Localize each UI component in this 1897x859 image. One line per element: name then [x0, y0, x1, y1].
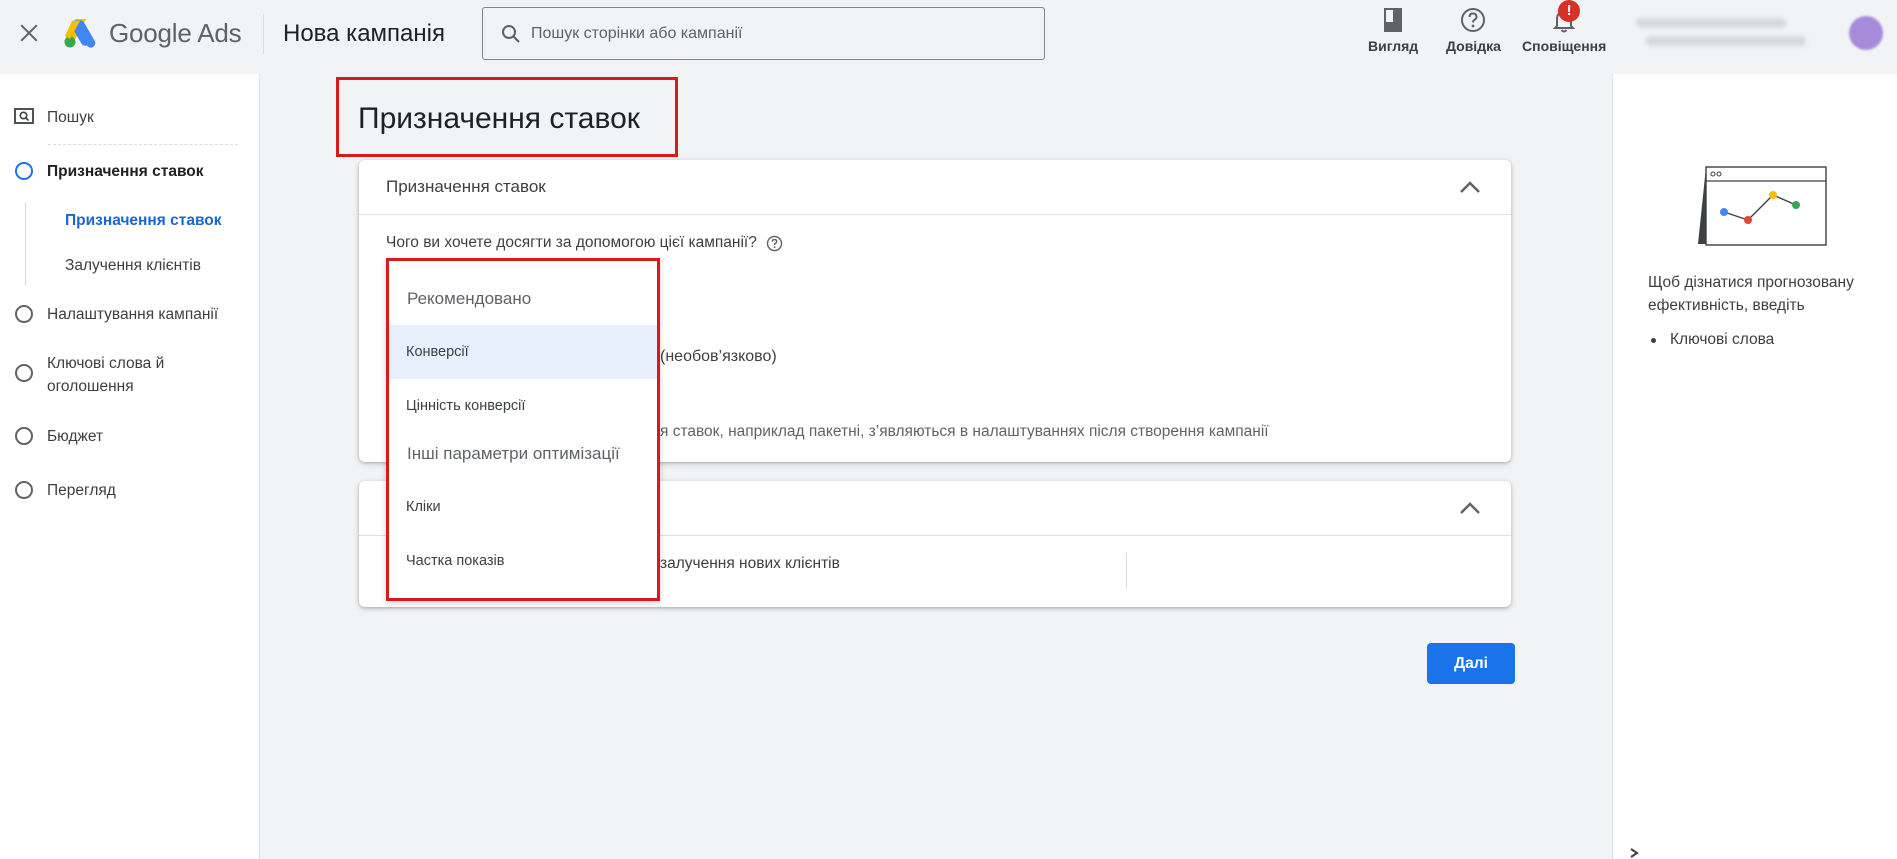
notifications-button[interactable]: ! Сповіщення [1522, 0, 1607, 54]
option-impression-share[interactable]: Частка показів [389, 534, 657, 588]
nav-subitem-customer-acquisition[interactable]: Залучення клієнтів [65, 254, 201, 277]
nav-item-review[interactable]: Перегляд [0, 479, 116, 502]
view-icon [1384, 8, 1403, 32]
nav-budget-label: Бюджет [47, 428, 104, 445]
header-divider [263, 14, 264, 54]
account-email-blurred [1646, 36, 1806, 46]
nav-subitem-bidding-label: Призначення ставок [65, 212, 222, 229]
account-info[interactable] [1632, 16, 1812, 50]
nav-search-label: Пошук [47, 109, 94, 126]
view-button[interactable]: Вигляд [1368, 6, 1418, 54]
search-input[interactable] [531, 8, 1031, 59]
chevron-up-icon[interactable] [1457, 177, 1483, 197]
brand-google: Google [109, 18, 192, 48]
card-divider [1126, 553, 1127, 589]
step-icon [15, 481, 33, 499]
option-conversions[interactable]: Конверсії [389, 325, 657, 379]
chevron-up-icon[interactable] [1457, 498, 1483, 518]
nav-item-budget[interactable]: Бюджет [0, 425, 103, 448]
chevron-right-icon[interactable] [1627, 847, 1641, 859]
main-heading: Призначення ставок [358, 102, 640, 135]
search-campaign-icon [14, 108, 34, 124]
notifications-label: Сповіщення [1522, 38, 1607, 54]
help-button[interactable]: Довідка [1446, 6, 1501, 54]
google-ads-logo [64, 19, 96, 48]
goal-question-text: Чого ви хочете досягти за допомогою цієї… [386, 234, 757, 251]
account-name-blurred [1636, 18, 1786, 28]
forecast-requirement-item: Ключові слова [1648, 331, 1774, 349]
performance-chart-illustration [1698, 166, 1827, 246]
forecast-requirement-label: Ключові слова [1670, 331, 1775, 348]
view-label: Вигляд [1368, 38, 1419, 54]
avatar[interactable] [1849, 16, 1883, 50]
search-box[interactable] [482, 7, 1045, 60]
group-other-options: Інші параметри оптимізації [407, 444, 620, 463]
help-label: Довідка [1446, 38, 1501, 54]
substep-line [25, 202, 26, 286]
nav-keywords-label: Ключові слова й оголошення [47, 355, 165, 395]
step-active-icon [15, 162, 33, 180]
left-navigation: Пошук Призначення ставок Призначення ста… [0, 74, 260, 859]
nav-review-label: Перегляд [47, 482, 116, 499]
brand-name: Google Ads [109, 18, 242, 49]
nav-item-campaign-settings[interactable]: Налаштування кампанії [0, 303, 218, 326]
bell-wrap: ! [1550, 0, 1581, 34]
close-icon[interactable] [16, 20, 42, 46]
goal-question: Чого ви хочете досягти за допомогою цієї… [386, 234, 783, 252]
goal-dropdown-menu: Рекомендовано Конверсії Цінність конверс… [386, 258, 660, 601]
notification-badge: ! [1558, 0, 1581, 22]
page-title: Нова кампанія [283, 20, 445, 47]
nav-item-bidding[interactable]: Призначення ставок [0, 160, 204, 183]
nav-subitem-bidding[interactable]: Призначення ставок [65, 209, 222, 232]
bidding-card-title: Призначення ставок [386, 177, 546, 196]
step-icon [15, 364, 33, 382]
option-clicks[interactable]: Кліки [389, 480, 657, 534]
group-recommended: Рекомендовано [407, 289, 532, 308]
bidding-card-header[interactable]: Призначення ставок [359, 160, 1511, 215]
forecast-hint: Щоб дізнатися прогнозовану ефективність,… [1648, 274, 1854, 314]
brand-ads: Ads [197, 18, 242, 48]
nav-item-keywords-ads[interactable]: Ключові слова й оголошення [0, 352, 197, 398]
option-conversion-value[interactable]: Цінність конверсії [389, 379, 657, 433]
bidding-note: я ставок, наприклад пакетні, з’являються… [660, 423, 1269, 440]
nav-campaign-settings-label: Налаштування кампанії [47, 306, 219, 323]
step-icon [15, 427, 33, 445]
nav-divider [48, 144, 238, 145]
search-icon [502, 25, 520, 43]
help-icon[interactable] [766, 235, 783, 252]
nav-subitem-customer-label: Залучення клієнтів [65, 257, 201, 274]
optional-label: (необов’язково) [660, 348, 777, 365]
step-icon [15, 305, 33, 323]
help-circle-icon [1461, 8, 1486, 32]
next-button[interactable]: Далі [1427, 643, 1515, 684]
bullet-icon [1651, 337, 1656, 343]
nav-item-search[interactable]: Пошук [0, 106, 94, 129]
top-bar: Google Ads Нова кампанія Вигляд Довідка [0, 0, 1897, 74]
customer-acquisition-text: залучення нових клієнтів [660, 555, 840, 572]
nav-bidding-label: Призначення ставок [47, 163, 204, 180]
forecast-panel: Щоб дізнатися прогнозовану ефективність,… [1612, 74, 1897, 859]
